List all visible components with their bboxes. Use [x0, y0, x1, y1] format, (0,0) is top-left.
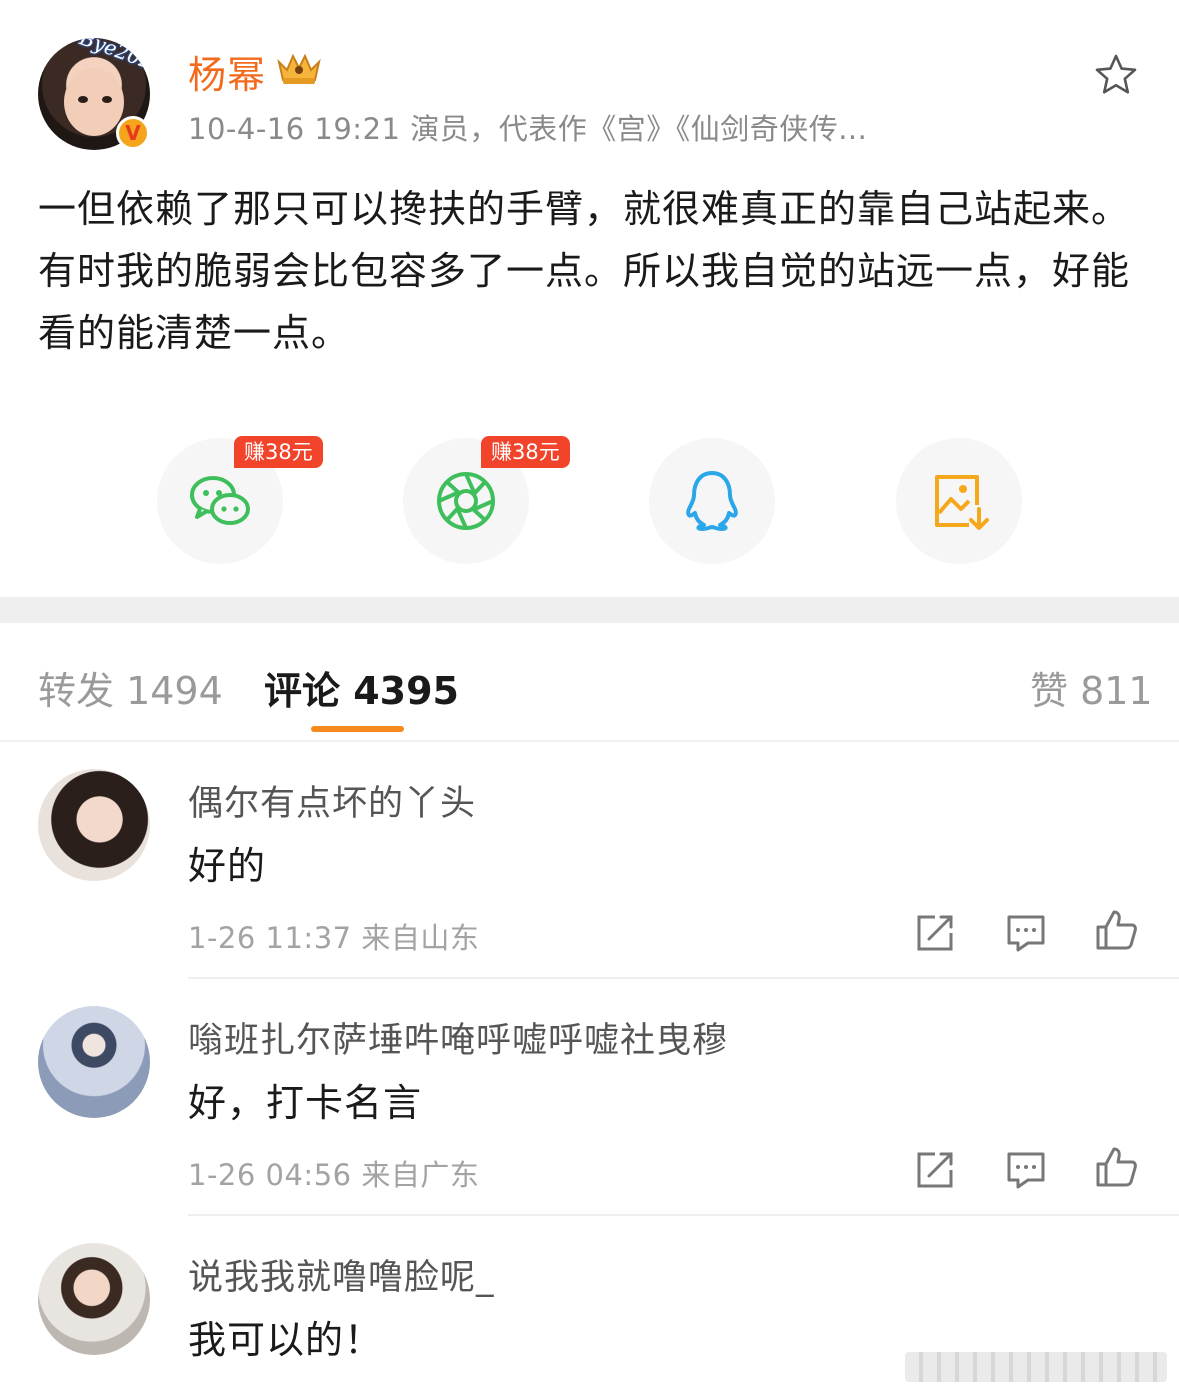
save-image-icon [935, 475, 989, 530]
like-icon[interactable] [1094, 1145, 1138, 1189]
post-meta: 10-4-16 19:21 演员，代表作《宫》《仙剑奇侠传... [188, 112, 868, 146]
repost-icon[interactable] [913, 1148, 957, 1192]
avatar-eye-left [78, 96, 88, 103]
share-qq-button[interactable] [649, 438, 775, 564]
avatar-face [64, 68, 124, 136]
tab-likes[interactable]: 赞 811 [1030, 660, 1153, 715]
comment-text: 我可以的！ [188, 1318, 384, 1362]
moments-icon [437, 472, 495, 530]
commenter-name[interactable]: 嗡班扎尔萨埵吽唵呼嘘呼嘘社曳穆 [188, 1012, 728, 1063]
verified-badge-icon: V [116, 116, 150, 150]
commenter-avatar[interactable] [38, 1243, 150, 1355]
like-icon[interactable] [1094, 908, 1138, 952]
earn-badge: 赚38元 [481, 436, 570, 468]
comment-divider [188, 977, 1179, 979]
post-content: 一但依赖了那只可以搀扶的手臂，就很难真正的靠自己站起来。有时我的脆弱会比包容多了… [38, 187, 1131, 355]
comment-icon[interactable] [1004, 911, 1048, 955]
tabs-divider [0, 740, 1179, 742]
tab-comments[interactable]: 评论 4395 [264, 660, 459, 715]
section-divider [0, 597, 1179, 623]
active-tab-indicator [311, 726, 404, 732]
commenter-name[interactable]: 偶尔有点坏的丫头 [188, 775, 476, 826]
qq-icon [686, 471, 738, 531]
comment-text: 好，打卡名言 [188, 1081, 423, 1125]
comment-icon[interactable] [1004, 1148, 1048, 1192]
commenter-avatar[interactable] [38, 1006, 150, 1118]
repost-icon[interactable] [913, 911, 957, 955]
vip-crown-icon [277, 53, 321, 84]
author-name[interactable]: 杨幂 [188, 44, 266, 99]
comment-text: 好的 [188, 844, 267, 888]
commenter-avatar[interactable] [38, 769, 150, 881]
wechat-icon [190, 476, 250, 525]
avatar-eye-right [102, 96, 112, 103]
comment-divider [188, 1214, 1179, 1216]
favorite-star-icon[interactable] [1093, 52, 1139, 98]
save-image-button[interactable] [896, 438, 1022, 564]
earn-badge: 赚38元 [234, 436, 323, 468]
comment-time: 1-26 11:37 来自山东 [188, 921, 480, 955]
comment-time: 1-26 04:56 来自广东 [188, 1158, 480, 1192]
tab-repost[interactable]: 转发 1494 [38, 660, 223, 715]
watermark-overlay [905, 1352, 1167, 1382]
commenter-name[interactable]: 说我我就噜噜脸呢_ [188, 1249, 495, 1300]
